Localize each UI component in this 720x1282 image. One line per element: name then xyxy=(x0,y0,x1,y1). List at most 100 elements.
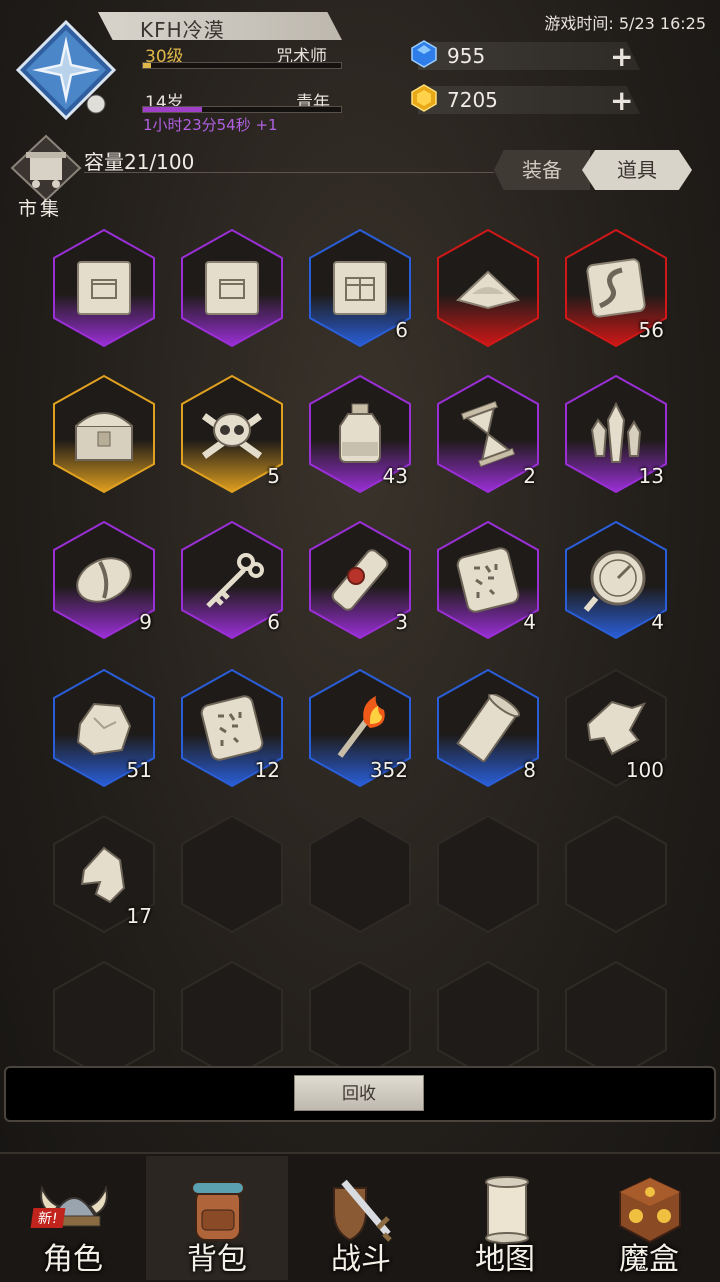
inventory-slot[interactable]: 3 xyxy=(308,520,412,640)
player-name: KFH冷漠 xyxy=(140,18,225,42)
empty-slot xyxy=(564,960,668,1080)
game-time: 游戏时间: 5/23 16:25 xyxy=(544,14,706,33)
item-count: 352 xyxy=(369,758,408,782)
tab-equipment[interactable]: 装备 xyxy=(494,150,590,190)
rune-tablet-icon xyxy=(454,546,522,614)
inventory-slot[interactable]: 56 xyxy=(564,228,668,348)
empty-slot xyxy=(436,814,540,934)
nav-label: 战斗 xyxy=(331,1242,391,1277)
inventory-slot[interactable]: 5 xyxy=(180,374,284,494)
item-count: 56 xyxy=(638,318,664,342)
nav-label: 地图 xyxy=(475,1242,535,1277)
item-count: 13 xyxy=(638,464,664,488)
diamond-amount: 955 xyxy=(447,44,486,68)
treasure-chest-icon xyxy=(70,400,138,468)
item-count: 4 xyxy=(651,610,664,634)
compass-icon xyxy=(582,546,650,614)
torch-icon xyxy=(326,694,394,762)
nav-magic-box[interactable]: 魔盒 xyxy=(578,1156,720,1280)
nav-sword-shield[interactable]: 战斗 xyxy=(290,1156,432,1280)
scroll-icon xyxy=(454,694,522,762)
inventory-slot[interactable]: 17 xyxy=(52,814,156,934)
inventory-slot[interactable]: 6 xyxy=(180,520,284,640)
inventory-slot[interactable]: 6 xyxy=(308,228,412,348)
empty-slot xyxy=(308,960,412,1080)
treasure-map-icon xyxy=(70,254,138,322)
empty-slot xyxy=(436,960,540,1080)
age-progress-fill xyxy=(143,107,203,112)
item-count: 4 xyxy=(523,610,536,634)
item-count: 17 xyxy=(126,904,152,928)
empty-slot xyxy=(180,960,284,1080)
skull-crossbones-icon xyxy=(198,400,266,468)
empty-slot xyxy=(308,814,412,934)
rune-stone-icon xyxy=(582,254,650,322)
add-gold-button[interactable]: + xyxy=(610,87,633,115)
new-badge: 新! xyxy=(30,1208,66,1228)
nav-label: 角色 xyxy=(43,1242,103,1277)
inventory-slot[interactable]: 352 xyxy=(308,668,412,788)
inventory-slot[interactable] xyxy=(52,228,156,348)
empty-slot xyxy=(52,960,156,1080)
inventory-slot[interactable]: 51 xyxy=(52,668,156,788)
item-count: 6 xyxy=(267,610,280,634)
tab-items[interactable]: 道具 xyxy=(582,150,692,190)
sealed-scroll-icon xyxy=(326,546,394,614)
item-count: 6 xyxy=(395,318,408,342)
nav-map-scroll[interactable]: 地图 xyxy=(434,1156,576,1280)
age-timer: 1小时23分54秒 +1 xyxy=(143,116,278,134)
nav-viking-helmet[interactable]: 新! 角色 xyxy=(2,1156,144,1280)
inventory-slot[interactable]: 4 xyxy=(436,520,540,640)
inventory-slot[interactable]: 43 xyxy=(308,374,412,494)
chest-map-icon xyxy=(326,254,394,322)
inventory-slot[interactable] xyxy=(52,374,156,494)
inventory-slot[interactable]: 12 xyxy=(180,668,284,788)
dragon-eye-icon xyxy=(70,546,138,614)
star-emblem-icon xyxy=(15,19,117,121)
bone-fragment-icon xyxy=(70,840,138,908)
inventory-slot[interactable] xyxy=(436,228,540,348)
inventory-slot[interactable]: 8 xyxy=(436,668,540,788)
class-emblem[interactable] xyxy=(14,18,118,122)
level-progress-fill xyxy=(143,63,151,68)
inventory-slot[interactable]: 13 xyxy=(564,374,668,494)
inventory-slot[interactable]: 9 xyxy=(52,520,156,640)
paper-fragment-icon xyxy=(582,694,650,762)
age-progress-bar xyxy=(142,106,342,113)
inventory-slot[interactable] xyxy=(180,228,284,348)
nav-backpack[interactable]: 背包 xyxy=(146,1156,288,1280)
inventory-slot[interactable]: 2 xyxy=(436,374,540,494)
inventory-slot[interactable]: 100 xyxy=(564,668,668,788)
nav-label: 魔盒 xyxy=(619,1242,679,1277)
item-count: 43 xyxy=(382,464,408,488)
add-diamond-button[interactable]: + xyxy=(610,43,633,71)
divider xyxy=(84,172,494,173)
item-count: 12 xyxy=(254,758,280,782)
item-count: 2 xyxy=(523,464,536,488)
ore-rock-icon xyxy=(70,694,138,762)
treasure-map-icon xyxy=(198,254,266,322)
item-count: 8 xyxy=(523,758,536,782)
recycle-button[interactable]: 回收 xyxy=(294,1075,424,1111)
crystal-shards-icon xyxy=(582,400,650,468)
market-label: 市集 xyxy=(18,198,63,220)
diamond-icon xyxy=(410,40,438,68)
inventory-slot[interactable]: 4 xyxy=(564,520,668,640)
rune-tablet-icon xyxy=(198,694,266,762)
bag-capacity: 容量21/100 xyxy=(84,150,195,174)
item-count: 9 xyxy=(139,610,152,634)
sand-jar-icon xyxy=(326,400,394,468)
gold-amount: 7205 xyxy=(447,88,498,112)
item-count: 3 xyxy=(395,610,408,634)
item-count: 100 xyxy=(625,758,664,782)
sand-pile-icon xyxy=(454,254,522,322)
level-progress-bar xyxy=(142,62,342,69)
hourglass-icon xyxy=(454,400,522,468)
item-count: 51 xyxy=(126,758,152,782)
gold-icon xyxy=(410,84,438,112)
nav-label: 背包 xyxy=(187,1242,247,1277)
empty-slot xyxy=(564,814,668,934)
empty-slot xyxy=(180,814,284,934)
item-count: 5 xyxy=(267,464,280,488)
key-icon xyxy=(198,546,266,614)
